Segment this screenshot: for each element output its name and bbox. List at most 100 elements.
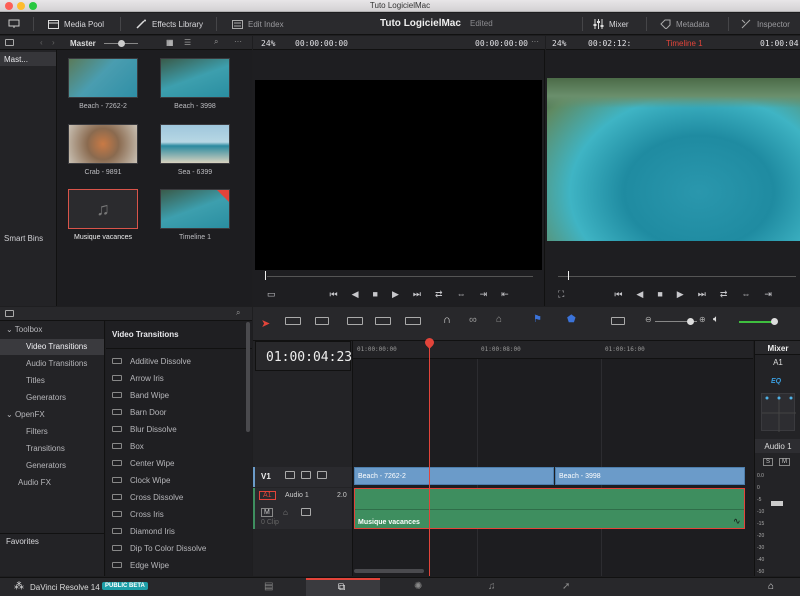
timeline-audio-clip[interactable]: Musique vacances ∿ (354, 488, 745, 529)
effect-item[interactable]: Additive Dissolve (112, 353, 242, 369)
marker-icon[interactable]: ⬟ (567, 314, 576, 325)
jump-end-icon[interactable]: ⏭ (413, 289, 421, 300)
auto-select-icon[interactable] (301, 471, 311, 481)
lock-icon[interactable]: ⌂ (496, 314, 502, 325)
play-icon[interactable]: ▶ (392, 289, 399, 300)
tree-video-transitions[interactable]: Video Transitions (0, 339, 104, 355)
list-view-icon[interactable]: ☰ (184, 38, 191, 47)
clip-musique-vacances[interactable]: ♫ Musique vacances (68, 189, 138, 241)
jump-start-icon[interactable]: ⏮ (330, 289, 338, 300)
timeline-video-clip[interactable]: Beach - 3998 (555, 467, 745, 485)
snapping-icon[interactable]: ∩ (443, 314, 451, 326)
tree-generators-fx[interactable]: Generators (0, 458, 104, 474)
source-video-frame[interactable] (255, 80, 542, 270)
zoom-out-icon[interactable]: ⊖ (645, 315, 652, 324)
more-options-icon[interactable]: ··· (531, 37, 539, 46)
step-back-icon[interactable]: ◀ (636, 289, 643, 300)
track-lock-icon[interactable] (285, 471, 295, 481)
overwrite-clip-icon[interactable] (375, 317, 391, 327)
pan-control[interactable] (761, 393, 796, 432)
flag-icon[interactable]: ⚑ (533, 314, 542, 325)
volume-slider[interactable] (739, 321, 775, 323)
tree-generators[interactable]: Generators (0, 390, 104, 406)
loop-icon[interactable]: ⇄ (435, 289, 443, 300)
match-frame-icon[interactable]: ⇔ (457, 289, 466, 299)
timeline-name-dropdown[interactable]: Timeline 1 (666, 39, 703, 48)
home-icon[interactable]: ⌂ (768, 581, 774, 592)
play-icon[interactable]: ▶ (677, 289, 684, 300)
tree-audio-transitions[interactable]: Audio Transitions (0, 356, 104, 372)
panel-layout-icon[interactable] (5, 39, 14, 48)
media-pool-button[interactable]: Media Pool (48, 13, 104, 35)
insert-clip-icon[interactable] (347, 317, 363, 327)
back-arrow-icon[interactable]: ‹ (40, 38, 43, 47)
more-options-icon[interactable]: ··· (234, 37, 242, 46)
match-frame-icon[interactable]: ⇔ (741, 289, 750, 299)
deliver-page-icon[interactable]: ➚ (562, 581, 570, 592)
mark-in-icon[interactable]: ⇥ (764, 289, 772, 300)
mute-button[interactable]: M (261, 508, 273, 517)
eq-button[interactable]: EQ (771, 378, 781, 385)
jump-end-icon[interactable]: ⏭ (698, 289, 706, 300)
clip-timeline-1[interactable]: Timeline 1 (160, 189, 230, 241)
mark-in-icon[interactable]: ⇥ (480, 289, 488, 300)
timeline-playhead[interactable] (429, 341, 430, 576)
jump-start-icon[interactable]: ⏮ (614, 289, 622, 300)
zoom-in-icon[interactable]: ⊕ (699, 315, 706, 324)
effect-item[interactable]: Diamond Iris (112, 523, 242, 539)
selection-tool-icon[interactable]: ➤ (261, 317, 270, 330)
fairlight-page-icon[interactable]: ♫ (488, 581, 496, 592)
effect-item[interactable]: Edge Wipe (112, 557, 242, 573)
metadata-button[interactable]: Metadata (660, 13, 709, 35)
effect-item[interactable]: Clock Wipe (112, 472, 242, 488)
effect-item[interactable]: Barn Door (112, 404, 242, 420)
search-icon[interactable]: ⌕ (214, 37, 218, 47)
clip-beach-3998[interactable]: Beach - 3998 (160, 58, 230, 110)
timeline-zoom[interactable]: 24% (552, 39, 566, 48)
track-output-icon[interactable] (317, 471, 327, 481)
source-scrubber[interactable] (267, 276, 533, 277)
timeline-scrubber[interactable] (558, 276, 796, 277)
stop-icon[interactable]: ■ (373, 289, 378, 299)
clip-crab-9891[interactable]: Crab - 9891 (68, 124, 138, 176)
timeline-video-frame[interactable] (547, 78, 800, 241)
search-icon[interactable]: ⌕ (236, 308, 240, 318)
stop-icon[interactable]: ■ (657, 289, 662, 299)
mark-out-icon[interactable]: ⇤ (501, 289, 509, 300)
effect-item[interactable]: Band Wipe (112, 387, 242, 403)
tree-transitions[interactable]: Transitions (0, 441, 104, 457)
blade-tool-icon[interactable] (315, 317, 329, 327)
track-a1-name[interactable]: Audio 1 (285, 492, 309, 499)
bin-master[interactable]: Mast... (0, 52, 56, 66)
lock-icon[interactable]: ⌂ (283, 508, 288, 517)
effect-item[interactable]: Blur Dissolve (112, 421, 242, 437)
color-page-icon[interactable]: ✺ (414, 581, 422, 592)
view-mode-icon[interactable]: ⛶ (558, 289, 564, 300)
clip-beach-7262[interactable]: Beach - 7262-2 (68, 58, 138, 110)
source-playhead[interactable] (265, 271, 266, 280)
monitor-toggle-button[interactable] (8, 13, 20, 35)
timeline-playhead-mini[interactable] (568, 271, 569, 280)
mixer-button[interactable]: Mixer (593, 13, 629, 35)
link-icon[interactable]: ∞ (469, 314, 477, 326)
fader-knob[interactable] (771, 501, 783, 506)
panel-layout-icon[interactable] (5, 310, 14, 319)
zoom-slider-knob[interactable] (687, 318, 694, 325)
loop-icon[interactable]: ⇄ (720, 289, 728, 300)
fade-handle-icon[interactable]: ∿ (733, 516, 741, 527)
volume-knob[interactable] (771, 318, 778, 325)
track-output-icon[interactable] (301, 508, 311, 518)
edit-page-tab[interactable]: ⧉ (306, 578, 380, 596)
speaker-icon[interactable]: 🔈︎ (713, 314, 719, 325)
tree-audio-fx[interactable]: Audio FX (0, 475, 104, 491)
timeline-video-clip[interactable]: Beach - 7262-2 (354, 467, 554, 485)
edit-index-button[interactable]: Edit Index (232, 13, 284, 35)
effect-item[interactable]: Center Wipe (112, 455, 242, 471)
grid-view-icon[interactable]: ▦ (166, 38, 174, 47)
timeline-view-options-icon[interactable] (611, 317, 625, 327)
step-back-icon[interactable]: ◀ (352, 289, 359, 300)
source-zoom[interactable]: 24% (261, 39, 275, 48)
effect-item[interactable]: Arrow Iris (112, 370, 242, 386)
replace-clip-icon[interactable] (405, 317, 421, 327)
effects-scrollbar[interactable] (246, 322, 250, 432)
